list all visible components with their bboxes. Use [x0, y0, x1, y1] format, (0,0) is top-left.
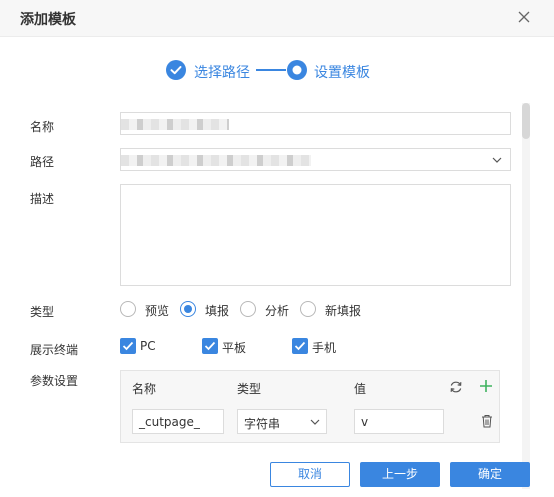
stepper: 选择路径 设置模板 — [0, 60, 554, 82]
terminal-label: 展示终端 — [30, 343, 79, 357]
param-value-input[interactable]: v — [354, 409, 444, 434]
chevron-down-icon — [492, 157, 502, 163]
confirm-button[interactable]: 确定 — [450, 462, 530, 487]
radio-label-fill: 填报 — [205, 304, 230, 318]
params-label: 参数设置 — [30, 374, 79, 388]
radio-new-fill[interactable] — [300, 301, 316, 317]
name-field[interactable] — [120, 112, 511, 135]
radio-label-preview: 预览 — [145, 304, 170, 318]
chevron-down-icon — [310, 419, 320, 425]
param-name-input[interactable]: _cutpage_ — [132, 409, 224, 434]
add-icon[interactable] — [479, 379, 493, 393]
type-label: 类型 — [30, 305, 55, 319]
checkbox-pc[interactable] — [120, 338, 136, 354]
path-select[interactable] — [120, 148, 511, 171]
check-circle-icon — [166, 60, 186, 80]
param-value-value: v — [361, 415, 369, 429]
step-label-select-path: 选择路径 — [194, 65, 250, 81]
checkbox-label-phone: 手机 — [312, 341, 337, 355]
redacted-name-value — [121, 119, 229, 130]
redacted-path-value — [121, 155, 311, 166]
description-textarea[interactable] — [120, 184, 511, 286]
param-type-select[interactable]: 字符串 — [237, 409, 327, 434]
param-header-value: 值 — [354, 382, 367, 396]
param-header-name: 名称 — [132, 382, 157, 396]
checkbox-label-tablet: 平板 — [222, 341, 247, 355]
params-table: 名称 类型 值 _cutpage_ 字符串 v — [120, 370, 500, 443]
scrollbar[interactable] — [522, 103, 530, 489]
active-step-icon — [287, 60, 307, 80]
checkbox-tablet[interactable] — [202, 338, 218, 354]
cancel-button[interactable]: 取消 — [270, 462, 350, 487]
param-name-value: _cutpage_ — [139, 415, 200, 429]
step-label-set-template: 设置模板 — [314, 65, 370, 81]
radio-analysis[interactable] — [240, 301, 256, 317]
scrollbar-thumb[interactable] — [522, 103, 530, 139]
step-connector — [256, 69, 286, 71]
path-label: 路径 — [30, 155, 55, 169]
add-template-dialog: 添加模板 选择路径 设置模板 名称 路径 描述 类型 预览 填报 分析 新填报 … — [0, 0, 554, 497]
refresh-icon[interactable] — [449, 380, 463, 394]
trash-icon[interactable] — [481, 414, 493, 428]
checkbox-phone[interactable] — [292, 338, 308, 354]
name-label: 名称 — [30, 120, 55, 134]
radio-fill[interactable] — [180, 301, 196, 317]
prev-step-button[interactable]: 上一步 — [360, 462, 440, 487]
dialog-title: 添加模板 — [20, 12, 76, 28]
radio-label-analysis: 分析 — [265, 304, 290, 318]
param-header-type: 类型 — [237, 382, 262, 396]
radio-label-new-fill: 新填报 — [325, 304, 362, 318]
param-type-value: 字符串 — [244, 417, 281, 431]
description-label: 描述 — [30, 192, 55, 206]
close-icon[interactable] — [516, 9, 532, 25]
dialog-header: 添加模板 — [0, 0, 554, 37]
checkbox-label-pc: PC — [140, 339, 156, 353]
radio-preview[interactable] — [120, 301, 136, 317]
